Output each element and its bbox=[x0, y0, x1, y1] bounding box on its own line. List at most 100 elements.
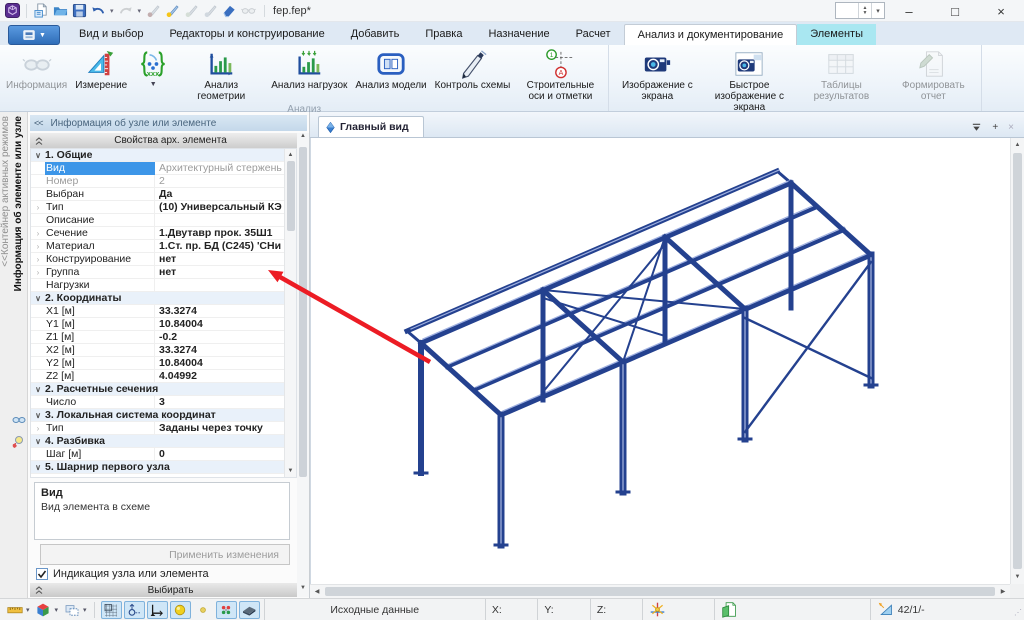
dropdown-caret[interactable]: ▾ bbox=[26, 606, 30, 614]
ribbon-button[interactable]: Анализ геометрии bbox=[175, 46, 267, 103]
open-file-icon[interactable] bbox=[52, 3, 68, 19]
scroll-down-arrow[interactable]: ▼ bbox=[300, 585, 306, 597]
save-icon[interactable] bbox=[71, 3, 87, 19]
stepper-value[interactable] bbox=[836, 3, 858, 18]
row-value[interactable]: 0 bbox=[155, 448, 284, 461]
scrollbar-thumb[interactable] bbox=[1013, 153, 1022, 569]
collapse-panel-button[interactable]: << bbox=[34, 118, 43, 128]
chevron-down-icon[interactable]: ∨ bbox=[31, 461, 45, 474]
scroll-up-arrow[interactable]: ▲ bbox=[285, 149, 296, 161]
row-value[interactable]: Да bbox=[155, 188, 284, 201]
scroll-up-arrow[interactable]: ▲ bbox=[1011, 138, 1024, 152]
indication-checkbox-row[interactable]: Индикация узла или элемента bbox=[36, 568, 209, 580]
grid-icon[interactable] bbox=[101, 601, 122, 619]
minimize-button[interactable]: – bbox=[886, 0, 932, 22]
pen-blue-icon[interactable] bbox=[202, 3, 218, 19]
ruler-icon[interactable] bbox=[4, 601, 25, 619]
ribbon-button[interactable]: Измерение bbox=[71, 46, 131, 92]
row-value[interactable]: Заданы через точку bbox=[155, 422, 284, 435]
ribbon-button[interactable]: Анализ модели bbox=[351, 46, 430, 92]
apply-changes-button[interactable]: Применить изменения bbox=[40, 544, 290, 565]
select-section-bar[interactable]: Выбирать bbox=[30, 583, 297, 597]
row-value[interactable]: 1.Ст. пр. БД (С245) 'СНи bbox=[155, 240, 284, 253]
resize-grip[interactable]: ⋰ bbox=[1008, 599, 1024, 620]
grid-row[interactable]: Номер2 bbox=[31, 175, 296, 188]
ribbon-button[interactable]: Информация bbox=[2, 46, 71, 92]
dropdown-caret[interactable]: ▾ bbox=[55, 606, 59, 614]
nodes-large-icon[interactable] bbox=[170, 601, 191, 619]
grid-row[interactable]: Z1 [м]-0.2 bbox=[31, 331, 296, 344]
new-document-icon[interactable] bbox=[33, 3, 49, 19]
node-marker-strip-icon[interactable] bbox=[11, 434, 26, 449]
ribbon-tab[interactable]: Расчет bbox=[563, 24, 624, 45]
pen-green-icon[interactable] bbox=[183, 3, 199, 19]
chevron-right-icon[interactable]: › bbox=[31, 422, 45, 435]
ribbon-tab[interactable]: Редакторы и конструирование bbox=[156, 24, 337, 45]
collapse-section-icon[interactable] bbox=[34, 136, 44, 146]
grid-row[interactable]: ›Материал1.Ст. пр. БД (С245) 'СНи bbox=[31, 240, 296, 253]
row-value[interactable]: 10.84004 bbox=[155, 357, 284, 370]
row-value[interactable]: 3 bbox=[155, 396, 284, 409]
grid-section[interactable]: ∨4. Разбивка bbox=[31, 435, 296, 448]
ribbon-button[interactable]: xxx▼ bbox=[131, 46, 175, 89]
cube3d-icon[interactable] bbox=[33, 601, 54, 619]
dropdown-caret[interactable]: ▾ bbox=[83, 606, 87, 614]
row-value[interactable]: 10.84004 bbox=[155, 318, 284, 331]
grid-row[interactable]: ВидАрхитектурный стержень bbox=[31, 162, 296, 175]
ribbon-tab[interactable]: Элементы bbox=[797, 24, 876, 45]
add-view-button[interactable]: + bbox=[992, 122, 998, 133]
plates-icon[interactable] bbox=[239, 601, 260, 619]
scroll-right-arrow[interactable]: ▶ bbox=[996, 585, 1010, 599]
row-value[interactable]: 33.3274 bbox=[155, 305, 284, 318]
scrollbar-thumb[interactable] bbox=[299, 147, 307, 477]
row-value[interactable]: Архитектурный стержень bbox=[155, 162, 284, 175]
row-value[interactable]: нет bbox=[155, 253, 284, 266]
scrollbar-thumb[interactable] bbox=[325, 587, 995, 596]
report-status-field[interactable] bbox=[714, 599, 870, 620]
scroll-left-arrow[interactable]: ◀ bbox=[310, 585, 324, 599]
row-value[interactable]: 33.3274 bbox=[155, 344, 284, 357]
grid-section[interactable]: ∨1. Общие bbox=[31, 149, 296, 162]
ribbon-tab[interactable]: Вид и выбор bbox=[66, 24, 156, 45]
row-value[interactable]: нет bbox=[155, 266, 284, 279]
nodes-small-icon[interactable] bbox=[193, 601, 214, 619]
grid-scrollbar[interactable]: ▲ ▼ bbox=[284, 149, 296, 477]
ribbon-button[interactable]: 1AСтроительные оси и отметки bbox=[514, 46, 606, 103]
scrollbar-thumb[interactable] bbox=[287, 161, 295, 231]
grid-row[interactable]: ›Группанет bbox=[31, 266, 296, 279]
active-modes-container-label[interactable]: <<Контейнер активных режимов bbox=[0, 116, 11, 267]
canvas-vertical-scrollbar[interactable]: ▲ ▼ bbox=[1010, 138, 1024, 584]
grid-row[interactable]: ВыбранДа bbox=[31, 188, 296, 201]
grid-row[interactable]: ›Конструированиенет bbox=[31, 253, 296, 266]
row-value[interactable]: 4.04992 bbox=[155, 370, 284, 383]
chevron-right-icon[interactable]: › bbox=[31, 240, 45, 253]
canvas-horizontal-scrollbar[interactable]: ◀ ▶ bbox=[310, 584, 1010, 598]
panel-subheader[interactable]: Свойства арх. элемента bbox=[30, 133, 297, 148]
grid-row[interactable]: Z2 [м]4.04992 bbox=[31, 370, 296, 383]
frame-stepper[interactable]: ▲▼ ▾ bbox=[835, 2, 885, 19]
scroll-down-arrow[interactable]: ▼ bbox=[1011, 570, 1024, 584]
redo-icon[interactable] bbox=[118, 3, 134, 19]
grid-row[interactable]: X2 [м]33.3274 bbox=[31, 344, 296, 357]
view-list-dropdown-icon[interactable] bbox=[971, 122, 982, 133]
ribbon-tab[interactable]: Анализ и документирование bbox=[624, 24, 798, 45]
grid-row[interactable]: Нагрузки bbox=[31, 279, 296, 292]
row-value[interactable]: 2 bbox=[155, 175, 284, 188]
view-glasses-icon[interactable] bbox=[240, 3, 256, 19]
side-tab-element-info[interactable]: Информация об элементе или узле bbox=[13, 116, 24, 291]
chevron-right-icon[interactable]: › bbox=[31, 227, 45, 240]
chevron-down-icon[interactable]: ∨ bbox=[31, 435, 45, 448]
chevron-down-icon[interactable]: ∨ bbox=[31, 292, 45, 305]
checkbox-checked[interactable] bbox=[36, 568, 48, 580]
pen-red-icon[interactable] bbox=[145, 3, 161, 19]
row-value[interactable] bbox=[155, 214, 284, 227]
panel-scrollbar[interactable]: ▲ ▼ bbox=[297, 133, 309, 597]
ribbon-button[interactable]: Быстрое изображение с экрана bbox=[703, 46, 795, 114]
stepper-arrows[interactable]: ▲▼ bbox=[858, 3, 871, 18]
node-indication-icon[interactable] bbox=[124, 601, 145, 619]
grid-section[interactable]: ∨3. Локальная система координат bbox=[31, 409, 296, 422]
row-value[interactable]: (10) Универсальный КЭ п bbox=[155, 201, 284, 214]
scroll-up-arrow[interactable]: ▲ bbox=[300, 133, 306, 145]
grid-section[interactable]: ∨2. Координаты bbox=[31, 292, 296, 305]
nodes-color-icon[interactable] bbox=[216, 601, 237, 619]
